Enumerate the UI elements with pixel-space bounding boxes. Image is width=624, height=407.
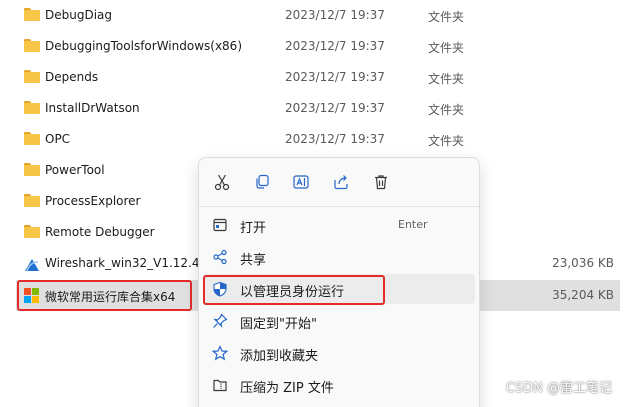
menu-item-compress-zip[interactable]: 压缩为 ZIP 文件: [203, 370, 475, 400]
folder-icon: [24, 194, 40, 207]
file-date: 2023/12/7 19:37: [285, 132, 385, 146]
rename-button[interactable]: [287, 168, 315, 196]
windows-logo-icon: [24, 288, 40, 304]
file-name: InstallDrWatson: [45, 101, 140, 115]
copy-button[interactable]: [248, 168, 276, 196]
menu-item-shortcut: Enter: [398, 218, 428, 231]
wireshark-icon: [24, 256, 40, 272]
file-type: 文件夹: [428, 103, 465, 117]
copy-icon: [256, 174, 269, 189]
menu-item-pin-to-start[interactable]: 固定到"开始": [203, 306, 475, 336]
file-date: 2023/12/7 19:37: [285, 8, 385, 22]
share-icon: [334, 175, 348, 190]
file-name: OPC: [45, 132, 71, 146]
file-name: PowerTool: [45, 163, 105, 177]
file-type: 文件夹: [428, 41, 465, 55]
menu-item-open[interactable]: 打开 Enter: [203, 210, 475, 240]
file-date: 2023/12/7 19:37: [285, 101, 385, 115]
file-size: 35,204 KB: [552, 288, 614, 302]
folder-icon: [24, 132, 40, 145]
context-menu: 打开 Enter 共享 以管理员身份运行 固定到"开始" 添加到收藏夹 压缩为 …: [198, 157, 480, 407]
file-type: 文件夹: [428, 10, 465, 24]
folder-icon: [24, 39, 40, 52]
file-name: Remote Debugger: [45, 225, 155, 239]
file-name: DebugDiag: [45, 8, 113, 22]
file-type: 文件夹: [428, 72, 465, 86]
share-icon: [211, 248, 229, 266]
cut-icon: [214, 174, 230, 191]
menu-item-label: 固定到"开始": [240, 317, 317, 332]
file-name: 微软常用运行库合集x64: [45, 290, 176, 304]
folder-icon: [24, 70, 40, 83]
context-menu-toolbar: [199, 158, 479, 206]
share-button[interactable]: [327, 168, 355, 196]
folder-icon: [24, 225, 40, 238]
watermark: CSDN @雷工笔记: [505, 381, 612, 396]
menu-item-label: 添加到收藏夹: [240, 349, 319, 364]
file-row-depends[interactable]: Depends 2023/12/7 19:37 文件夹: [0, 62, 624, 93]
menu-separator: [199, 206, 479, 207]
file-row-debugdiag[interactable]: DebugDiag 2023/12/7 19:37 文件夹: [0, 0, 624, 31]
file-name: Depends: [45, 70, 99, 84]
file-row-debuggingtools[interactable]: DebuggingToolsforWindows(x86) 2023/12/7 …: [0, 31, 624, 62]
zip-icon: [211, 376, 229, 394]
file-name: ProcessExplorer: [45, 194, 141, 208]
file-name: DebuggingToolsforWindows(x86): [45, 39, 242, 53]
menu-item-run-as-admin[interactable]: 以管理员身份运行: [203, 274, 475, 304]
menu-item-label: 共享: [240, 253, 267, 268]
delete-icon: [375, 175, 387, 190]
menu-item-label: 打开: [240, 221, 267, 236]
file-type: 文件夹: [428, 134, 465, 148]
file-row-installdrwatson[interactable]: InstallDrWatson 2023/12/7 19:37 文件夹: [0, 93, 624, 124]
file-date: 2023/12/7 19:37: [285, 70, 385, 84]
file-size: 23,036 KB: [552, 256, 614, 270]
menu-item-share[interactable]: 共享: [203, 242, 475, 272]
file-name: Wireshark_win32_V1.12.4: [45, 256, 200, 270]
cut-button[interactable]: [208, 168, 236, 196]
rename-icon: [293, 175, 309, 189]
delete-button[interactable]: [367, 168, 395, 196]
folder-icon: [24, 101, 40, 114]
pin-icon: [211, 312, 229, 330]
folder-icon: [24, 8, 40, 21]
shield-icon: [211, 280, 229, 298]
menu-item-label: 压缩为 ZIP 文件: [240, 381, 334, 396]
menu-item-label: 以管理员身份运行: [240, 285, 345, 300]
file-row-opc[interactable]: OPC 2023/12/7 19:37 文件夹: [0, 124, 624, 155]
folder-icon: [24, 163, 40, 176]
file-date: 2023/12/7 19:37: [285, 39, 385, 53]
menu-item-add-to-favorites[interactable]: 添加到收藏夹: [203, 338, 475, 368]
star-icon: [211, 344, 229, 362]
open-icon: [211, 216, 229, 234]
